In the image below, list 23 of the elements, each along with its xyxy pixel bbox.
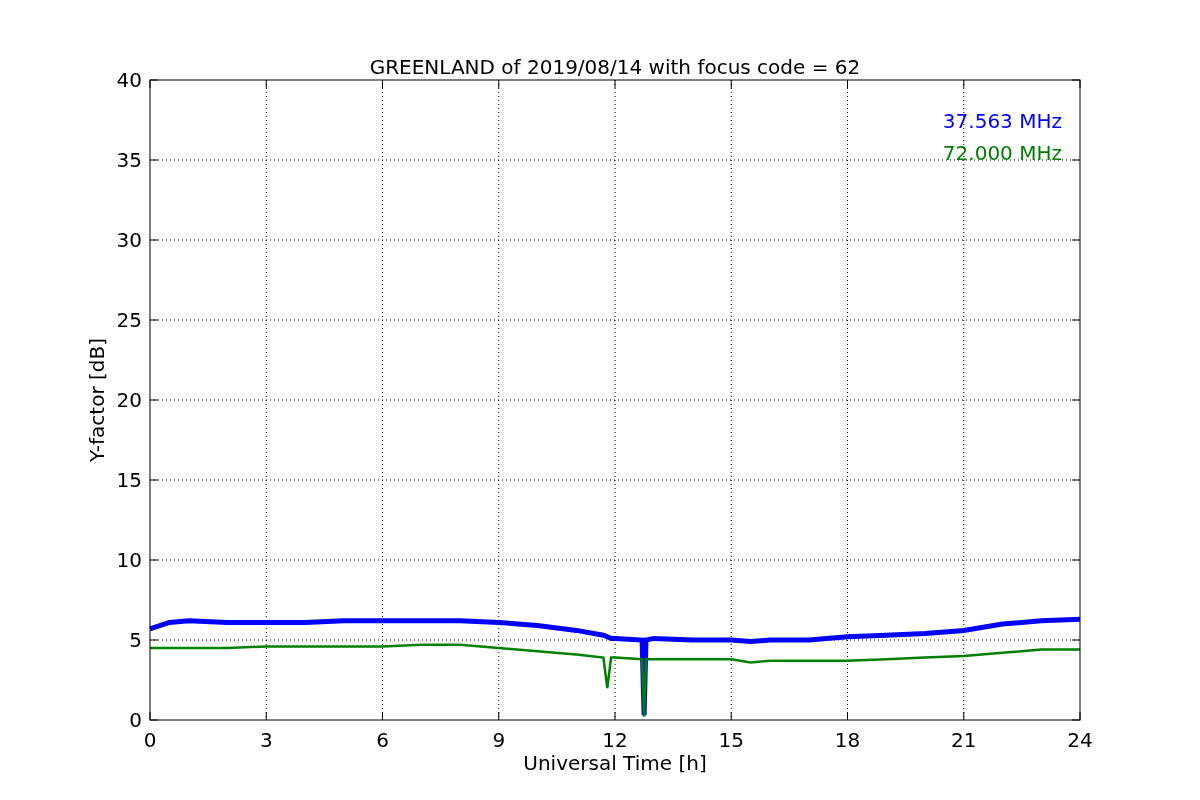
y-tick-label: 40 xyxy=(116,68,142,92)
y-tick-label: 5 xyxy=(129,628,142,652)
x-tick-label: 21 xyxy=(951,728,977,752)
y-tick-label: 10 xyxy=(116,548,142,572)
y-tick-label: 20 xyxy=(116,388,142,412)
y-axis-label: Y-factor [dB] xyxy=(85,338,109,462)
x-tick-label: 12 xyxy=(602,728,628,752)
legend-label: 72.000 MHz xyxy=(942,141,1062,165)
x-tick-label: 24 xyxy=(1067,728,1093,752)
chart-title: GREENLAND of 2019/08/14 with focus code = 62 xyxy=(369,55,861,79)
x-tick-label: 18 xyxy=(834,728,861,752)
y-tick-label: 30 xyxy=(116,228,142,252)
y-tick-label: 0 xyxy=(129,708,142,732)
x-tick-label: 0 xyxy=(143,728,157,752)
y-tick-label: 35 xyxy=(116,148,142,172)
x-tick-label: 15 xyxy=(718,728,744,752)
x-axis-label: Universal Time [h] xyxy=(523,751,707,775)
y-tick-label: 25 xyxy=(116,308,142,332)
y-tick-label: 15 xyxy=(116,468,142,492)
x-tick-label: 9 xyxy=(492,728,506,752)
x-tick-label: 3 xyxy=(259,728,273,752)
x-tick-label: 6 xyxy=(376,728,389,752)
legend-label: 37.563 MHz xyxy=(942,109,1062,133)
